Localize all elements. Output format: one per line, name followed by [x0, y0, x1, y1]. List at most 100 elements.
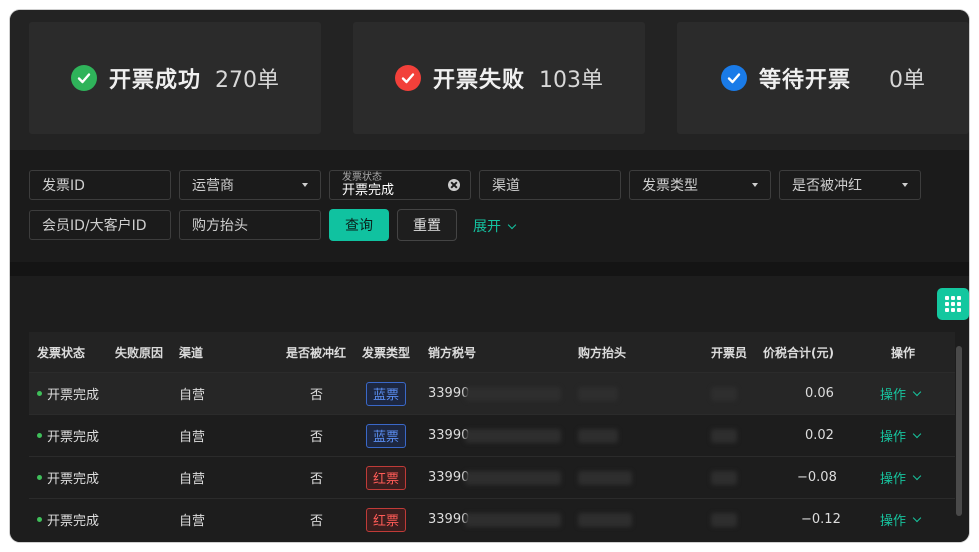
stat-label: 等待开票	[758, 68, 851, 93]
blurred-content	[711, 415, 737, 456]
invoice-status-value: 开票完成	[342, 183, 395, 198]
red-flush-cell: 否	[310, 472, 324, 487]
status-text: 开票完成	[47, 430, 100, 445]
action-label: 操作	[880, 472, 907, 487]
red-flush-label: 是否被冲红	[792, 178, 862, 194]
operator-select[interactable]: 运营商	[179, 170, 321, 200]
status-text: 开票完成	[47, 472, 100, 487]
amount-cell: −0.12	[801, 512, 841, 527]
action-label: 操作	[880, 514, 907, 529]
action-label: 操作	[880, 430, 907, 445]
invoice-status-select[interactable]: 发票状态 开票完成	[329, 170, 471, 200]
operator-select-label: 运营商	[192, 178, 234, 194]
action-button[interactable]: 操作	[880, 384, 922, 403]
header-fail-reason: 失败原因	[115, 345, 164, 360]
channel-input[interactable]: 渠道	[479, 170, 621, 200]
header-total-amount: 价税合计(元)	[763, 345, 834, 360]
status-cell: 开票完成	[37, 373, 99, 414]
header-status: 发票状态	[37, 345, 86, 360]
red-flush-cell: 否	[310, 514, 324, 529]
action-label: 操作	[880, 388, 907, 403]
table-section: 发票状态 失败原因 渠道 是否被冲红 发票类型 销方税号 购方抬头 开票员 价税…	[10, 276, 969, 542]
header-red-flush: 是否被冲红	[286, 345, 347, 360]
amount-cell: −0.08	[797, 470, 837, 485]
amount-cell: 0.02	[805, 428, 834, 443]
check-circle-icon	[70, 65, 97, 91]
invoice-type-select[interactable]: 发票类型	[629, 170, 771, 200]
chevron-down-icon	[912, 429, 922, 439]
caret-down-icon	[302, 183, 308, 187]
channel-cell: 自营	[179, 514, 206, 529]
tax-id-cell: 33990	[428, 386, 470, 401]
invoice-type-tag: 蓝票	[366, 381, 407, 406]
action-button[interactable]: 操作	[880, 468, 922, 487]
expand-toggle[interactable]: 展开	[473, 216, 517, 236]
op-cell[interactable]: 操作	[880, 415, 922, 456]
blurred-content	[465, 457, 561, 498]
invoice-type-tag: 红票	[366, 507, 407, 532]
invoice-id-input[interactable]: 发票ID	[29, 170, 171, 200]
header-action: 操作	[891, 345, 916, 360]
op-cell[interactable]: 操作	[880, 499, 922, 540]
red-flush-cell: 否	[310, 430, 324, 445]
blurred-content	[578, 499, 632, 540]
red-flush-cell: 否	[310, 388, 324, 403]
query-button[interactable]: 查询	[329, 209, 389, 241]
table-row[interactable]: 开票完成 自营 否 蓝票 33990 0.02 操作	[29, 414, 955, 456]
status-cell: 开票完成	[37, 415, 99, 456]
stat-card-pending[interactable]: 等待开票 0单	[677, 22, 969, 134]
tax-id-cell: 33990	[428, 470, 470, 485]
table-row[interactable]: 开票完成 自营 否 红票 33990 −0.08 操作	[29, 456, 955, 498]
action-button[interactable]: 操作	[880, 426, 922, 445]
invoice-type-tag: 红票	[366, 465, 407, 490]
stat-label: 开票成功	[108, 68, 201, 93]
table-row[interactable]: 开票完成 自营 否 红票 33990 −0.12 操作	[29, 498, 955, 540]
stat-count: 103单	[539, 68, 603, 93]
chevron-down-icon	[912, 471, 922, 481]
action-button[interactable]: 操作	[880, 510, 922, 529]
invoice-type-label: 发票类型	[642, 178, 698, 194]
member-id-input[interactable]: 会员ID/大客户ID	[29, 210, 171, 240]
stat-card-success[interactable]: 开票成功 270单	[29, 22, 321, 134]
stat-card-failed[interactable]: 开票失败 103单	[353, 22, 645, 134]
check-circle-icon	[394, 65, 421, 91]
buyer-title-input[interactable]: 购方抬头	[179, 210, 321, 240]
op-cell[interactable]: 操作	[880, 457, 922, 498]
blurred-content	[711, 499, 737, 540]
red-flush-select[interactable]: 是否被冲红	[779, 170, 921, 200]
stats-bar: 开票成功 270单 开票失败 103单 等待开票 0单	[10, 10, 969, 150]
status-dot	[37, 433, 42, 438]
stat-label: 开票失败	[432, 68, 525, 93]
filter-panel: 发票ID 运营商 发票状态 开票完成 渠道 发票类型 是否被冲红 会员ID/大客…	[10, 150, 969, 262]
invoice-status-label: 发票状态	[342, 172, 382, 183]
table-scrollbar[interactable]	[956, 346, 962, 516]
chevron-down-icon	[912, 513, 922, 523]
tax-id-cell: 33990	[428, 512, 470, 527]
stat-count: 270单	[215, 68, 279, 93]
blurred-content	[465, 499, 561, 540]
invoice-type-cell: 红票	[366, 499, 407, 540]
op-cell[interactable]: 操作	[880, 373, 922, 414]
column-settings-button[interactable]	[937, 288, 969, 320]
stat-count: 0单	[889, 68, 925, 93]
table-row[interactable]: 开票完成 自营 否 蓝票 33990 0.06 操作	[29, 372, 955, 414]
chevron-down-icon	[912, 387, 922, 397]
table-header: 发票状态 失败原因 渠道 是否被冲红 发票类型 销方税号 购方抬头 开票员 价税…	[29, 332, 955, 372]
blurred-content	[465, 373, 561, 414]
status-cell: 开票完成	[37, 457, 99, 498]
invoice-table: 发票状态 失败原因 渠道 是否被冲红 发票类型 销方税号 购方抬头 开票员 价税…	[29, 332, 955, 540]
channel-cell: 自营	[179, 472, 206, 487]
caret-down-icon	[902, 183, 908, 187]
blurred-content	[711, 457, 737, 498]
channel-cell: 自营	[179, 430, 206, 445]
expand-label: 展开	[473, 219, 501, 235]
status-dot	[37, 391, 42, 396]
reset-button[interactable]: 重置	[397, 209, 457, 241]
amount-cell: 0.06	[805, 386, 834, 401]
blurred-content	[465, 415, 561, 456]
status-cell: 开票完成	[37, 499, 99, 540]
header-seller-tax-id: 销方税号	[428, 345, 477, 360]
check-circle-icon	[720, 65, 747, 91]
clear-icon[interactable]	[448, 179, 460, 191]
channel-cell: 自营	[179, 388, 206, 403]
